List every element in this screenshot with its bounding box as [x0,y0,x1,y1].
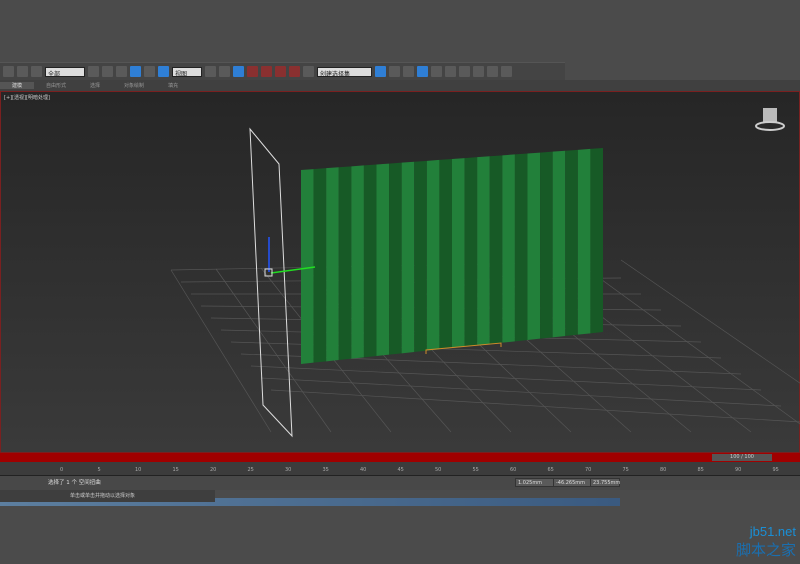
tab-selection[interactable]: 选择 [78,82,112,89]
curtain-fold [552,150,566,338]
timeline-tick: 0 [60,467,64,473]
curtain-fold [502,154,515,343]
timeline-tick: 35 [322,467,329,473]
curtain-fold [389,162,402,355]
curtain-fold [477,156,490,346]
timeline-tick: 15 [172,467,179,473]
ref-coord-dropdown[interactable]: 视图 [172,66,202,78]
curtain-fold [414,160,427,352]
pivot-icon[interactable] [205,66,216,77]
curtain-fold [313,168,327,363]
curtain-fold [464,157,478,347]
named-selection-dropdown[interactable]: 创建选择集 [317,66,372,78]
rect-selection-icon[interactable] [116,66,127,77]
spacewarp-plane [249,127,293,438]
time-slider[interactable]: 100 / 100 [0,453,800,462]
viewcube-icon [755,108,785,131]
tab-freeform[interactable]: 自由形式 [34,82,78,89]
bind-spacewarp-icon[interactable] [31,66,42,77]
keyboard-shortcut-icon[interactable] [233,66,244,77]
mirror-icon[interactable] [375,66,386,77]
timeline-tick: 40 [360,467,367,473]
curtain-fold [489,155,503,344]
tab-modeling[interactable]: 建模 [0,82,35,89]
curtain-fold [577,148,591,335]
perspective-viewport[interactable]: [+][透视][明暗处理] [0,91,800,453]
render-frame-icon[interactable] [487,66,498,77]
watermark-name: 脚本之家 [735,541,796,559]
curtain-fold [351,165,364,359]
snaps-icon[interactable] [247,66,258,77]
x-coordinate-field[interactable]: 1.025mm [515,478,555,487]
timeline-tick: 85 [697,467,704,473]
timeline-tick: 5 [97,467,101,473]
status-bar: 选择了 1 个 空间扭曲 1.025mm -46.265mm 23.755mm [0,476,800,490]
render-setup-icon[interactable] [473,66,484,77]
curtain-fold [426,159,440,351]
curtain-fold [452,158,465,348]
spinner-snap-icon[interactable] [289,66,300,77]
prompt-line: 单击或单击并拖动以选择对象 [0,490,215,502]
timeline-tick: 60 [510,467,517,473]
select-object-icon[interactable] [102,66,113,77]
track-bar[interactable]: 0510152025303540455055606570758085909510… [0,462,800,476]
curtain-fold [301,169,314,364]
ribbon-tabs: 建模 自由形式 选择 对象绘制 填充 [0,80,800,91]
curtain-fold [514,153,528,342]
curve-editor-icon[interactable] [431,66,442,77]
tab-populate[interactable]: 填充 [156,82,190,89]
manipulate-icon[interactable] [219,66,230,77]
timeline-tick: 55 [472,467,479,473]
y-coordinate-field[interactable]: -46.265mm [553,478,593,487]
curtain-fold [363,164,377,358]
render-icon[interactable] [501,66,512,77]
schematic-icon[interactable] [445,66,456,77]
ribbon-icon[interactable] [417,66,428,77]
unlink-icon[interactable] [17,66,28,77]
timeline-tick: 75 [622,467,629,473]
timeline-tick: 25 [247,467,254,473]
timeline-tick: 95 [772,467,779,473]
curtain-fold [439,159,452,350]
curtain-fold [326,167,339,362]
timeline-tick: 45 [397,467,404,473]
timeline-tick: 50 [435,467,442,473]
align-icon[interactable] [389,66,400,77]
curtain-fold [565,149,578,336]
rotate-icon[interactable] [158,66,169,77]
curtain-fold [338,166,352,360]
curtain-fold [590,148,603,334]
z-coordinate-field[interactable]: 23.755mm [590,478,620,487]
scene [170,108,800,438]
timeline-tick: 80 [660,467,667,473]
timeline-tick: 70 [585,467,592,473]
timeline-tick: 30 [285,467,292,473]
curtain-object [301,148,603,364]
move-icon[interactable] [144,66,155,77]
curtain-fold [401,161,415,354]
frame-counter[interactable]: 100 / 100 [712,454,772,461]
link-icon[interactable] [3,66,14,77]
curtain-fold [540,151,553,339]
select-by-name-icon[interactable] [88,66,99,77]
selection-filter-dropdown[interactable]: 全部 [45,66,85,78]
curtain-fold [527,152,541,340]
main-toolbar: 全部 视图 创建选择集 [0,62,565,80]
prompt-text: 单击或单击并拖动以选择对象 [70,493,136,499]
window-crossing-icon[interactable] [130,66,141,77]
watermark-site: jb51.net [749,524,796,539]
edit-named-selection-icon[interactable] [303,66,314,77]
material-editor-icon[interactable] [459,66,470,77]
timeline-tick: 65 [547,467,554,473]
timeline-tick: 20 [210,467,217,473]
angle-snap-icon[interactable] [261,66,272,77]
layer-icon[interactable] [403,66,414,77]
status-message: 选择了 1 个 空间扭曲 [48,480,101,486]
percent-snap-icon[interactable] [275,66,286,77]
tab-object-paint[interactable]: 对象绘制 [112,82,156,89]
curtain-fold [376,163,390,356]
watermark: jb51.net 脚本之家 [736,524,796,560]
timeline-tick: 90 [735,467,742,473]
timeline-tick: 10 [135,467,142,473]
